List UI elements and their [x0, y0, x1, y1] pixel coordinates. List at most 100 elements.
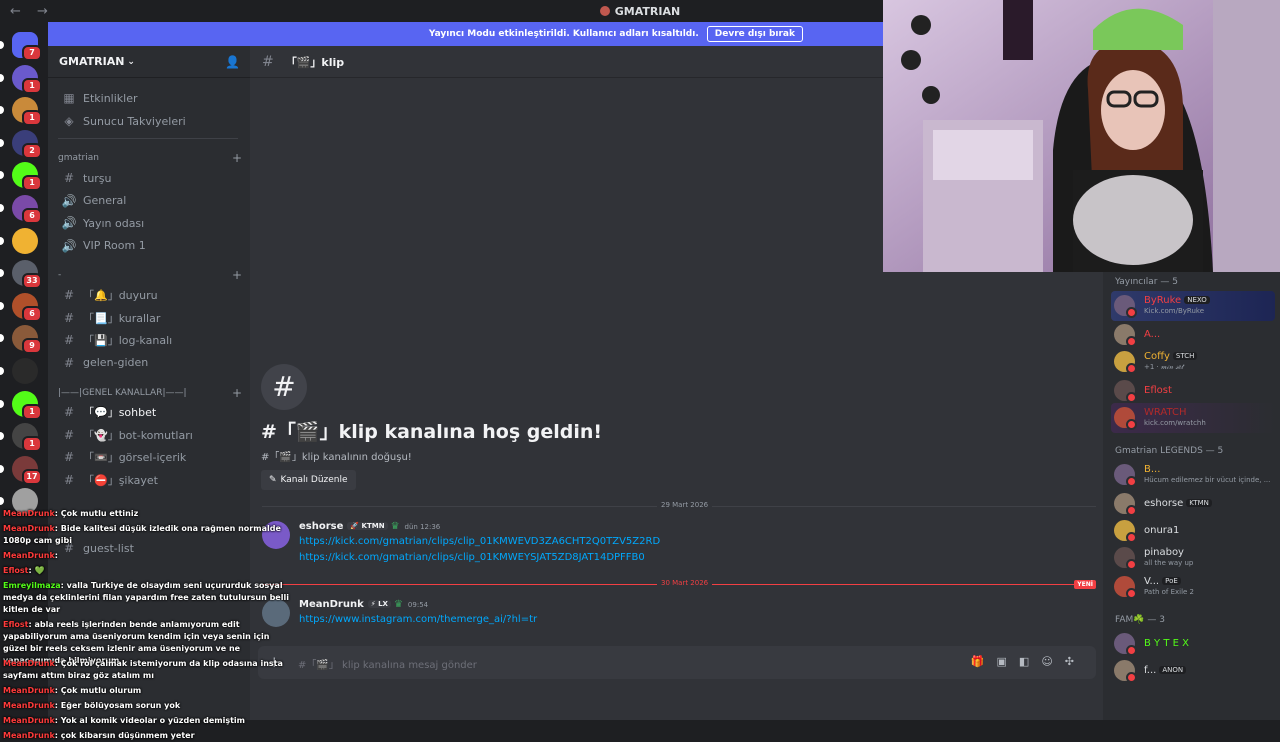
channel-category[interactable]: |——|GENEL KANALLAR|——| +	[58, 386, 242, 400]
channel-label: Sunucu Takviyeleri	[83, 114, 186, 128]
discord-logo-icon[interactable]: 7	[0, 32, 42, 61]
server-icon[interactable]: 1	[0, 423, 42, 453]
message-link[interactable]: https://kick.com/gmatrian/clips/clip_01K…	[299, 536, 660, 547]
channel-item[interactable]: # 「⛔」şikayet	[56, 470, 242, 490]
apps-icon[interactable]: ✣	[1065, 655, 1086, 668]
role-tag-label: KTMN	[361, 522, 385, 530]
emoji-icon[interactable]: ☺	[1041, 655, 1064, 668]
add-channel-icon[interactable]: +	[232, 386, 242, 400]
member-item[interactable]: B... Hücum edilemez bir vücut içinde, ...	[1111, 460, 1275, 490]
channel-item[interactable]: # 「📼」görsel-içerik	[56, 447, 242, 467]
webcam-overlay	[883, 0, 1280, 272]
channel-category[interactable]: - +	[58, 268, 242, 282]
avatar	[1114, 660, 1137, 683]
stream-chat-line: Eflost: 💚	[3, 565, 295, 577]
add-channel-icon[interactable]: +	[232, 151, 242, 165]
stream-chat-line: MeanDrunk: Yok al komik videolar o yüzde…	[3, 715, 295, 727]
member-name-row: pinaboy	[1144, 547, 1184, 558]
message-link[interactable]: https://kick.com/gmatrian/clips/clip_01K…	[299, 552, 645, 563]
channel-item[interactable]: ▦ Etkinlikler	[56, 88, 242, 108]
server-icon[interactable]: 17	[0, 455, 42, 485]
member-name-row: B Y T E X	[1144, 638, 1189, 649]
member-name: f...	[1144, 665, 1157, 676]
member-item[interactable]: pinaboy all the way up	[1111, 543, 1275, 573]
member-item[interactable]: f... ANON	[1111, 656, 1275, 684]
invite-people-icon[interactable]: 👤	[225, 55, 240, 69]
channel-item[interactable]: # 「🔔」duyuru	[56, 285, 242, 305]
kick-logo-icon[interactable]: 1	[0, 162, 42, 192]
server-header[interactable]: GMATRIAN ⌄ 👤	[48, 46, 250, 78]
server-icon[interactable]: 1	[0, 97, 42, 127]
role-tag: KTMN	[1186, 499, 1212, 507]
hash-icon: #	[63, 333, 75, 348]
message-author[interactable]: eshorse	[299, 521, 343, 532]
member-name: Coffy	[1144, 351, 1170, 362]
server-icon[interactable]: 6	[0, 292, 42, 322]
message-composer[interactable]: + #「🎬」 klip kanalına mesaj gönder 🎁▣◧☺✣	[258, 646, 1096, 679]
channel-item[interactable]: ◈ Sunucu Takviyeleri	[56, 111, 242, 131]
avatar	[1114, 351, 1137, 374]
unread-pill	[0, 464, 4, 473]
welcome-title: #「🎬」klip kanalına hoş geldin!	[261, 421, 603, 443]
status-icon	[1126, 363, 1137, 374]
kick-logo-icon[interactable]: 1	[0, 390, 42, 420]
disable-streamer-mode-button[interactable]: Devre dışı bırak	[706, 26, 803, 42]
member-item[interactable]: V... PoE Path of Exile 2	[1111, 572, 1275, 602]
sticker-icon[interactable]: ◧	[1019, 655, 1041, 668]
channel-item[interactable]: # 「💾」log-kanalı	[56, 330, 242, 350]
member-item[interactable]: eshorse KTMN	[1111, 489, 1275, 517]
mention-badge: 1	[22, 436, 42, 453]
calendar-icon: ▦	[63, 91, 75, 105]
channel-item[interactable]: # 「📃」kurallar	[56, 308, 242, 328]
member-group-title: FAM☘️ — 3	[1115, 615, 1165, 625]
server-icon[interactable]	[0, 358, 38, 384]
chat-text: : 💚	[28, 566, 45, 575]
role-tag: ⚡ LX	[367, 600, 391, 608]
server-icon[interactable]: 2	[0, 129, 42, 159]
channel-item[interactable]: 🔊 General	[56, 191, 242, 211]
unread-pill	[0, 138, 4, 147]
server-icon[interactable]: 33	[0, 260, 42, 290]
member-item[interactable]: onura1	[1111, 516, 1275, 544]
edit-channel-button[interactable]: ✎ Kanalı Düzenle	[261, 470, 356, 490]
member-item[interactable]: B Y T E X	[1111, 629, 1275, 657]
member-item[interactable]: Eflost	[1111, 376, 1275, 404]
member-item[interactable]: A...	[1111, 320, 1275, 348]
stream-chat-line: MeanDrunk: Bide kalitesi düşük izledik o…	[3, 523, 295, 547]
hash-icon: #	[63, 310, 75, 325]
message-link[interactable]: https://www.instagram.com/themerge_ai/?h…	[299, 614, 537, 625]
role-tag: STCH	[1172, 352, 1198, 360]
mention-badge: 33	[22, 273, 42, 290]
channel-item[interactable]: 🔊 VIP Room 1	[56, 236, 242, 256]
avatar	[1114, 633, 1137, 656]
member-name: V...	[1144, 576, 1160, 587]
message-author[interactable]: MeanDrunk	[299, 599, 364, 610]
channel-item[interactable]: # 「💬」sohbet	[56, 402, 242, 422]
new-messages-divider: 30 Mart 2026 YENİ	[262, 579, 1096, 589]
hash-icon: #	[63, 405, 75, 419]
channel-item[interactable]: # 「👻」bot-komutları	[56, 425, 242, 445]
member-item[interactable]: WRATCH kick.com/wratchh	[1111, 403, 1275, 433]
edit-channel-label: Kanalı Düzenle	[280, 475, 348, 485]
channel-item[interactable]: 🔊 Yayın odası	[56, 213, 242, 233]
avatar	[1114, 295, 1137, 318]
member-item[interactable]: ByRuke NEXO Kick.com/ByRuke	[1111, 291, 1275, 321]
stream-chat-line: MeanDrunk: çok kibarsın düşünmem yeter	[3, 730, 295, 742]
gift-icon[interactable]: 🎁	[971, 655, 997, 668]
server-icon[interactable]: 9	[0, 325, 42, 355]
stream-chat-line: Emreyilmaza: valla Turkiye de olsaydım s…	[3, 580, 295, 616]
member-item[interactable]: Coffy STCH +1 · 𝓂𝒾𝓃 𝓈𝑒𝓉	[1111, 347, 1275, 377]
server-icon[interactable]: 6	[0, 195, 42, 224]
chat-username: Emreyilmaza	[3, 581, 61, 590]
channel-item[interactable]: # turşu	[56, 168, 242, 188]
channel-item[interactable]: # gelen-giden	[56, 353, 242, 373]
member-name: A...	[1144, 329, 1161, 340]
channel-label: General	[83, 194, 127, 208]
add-channel-icon[interactable]: +	[232, 268, 242, 282]
channel-category[interactable]: gmatrian +	[58, 151, 242, 165]
gif-icon[interactable]: ▣	[997, 655, 1019, 668]
server-icon[interactable]	[0, 227, 38, 254]
unread-pill	[0, 73, 4, 82]
server-icon[interactable]: 1	[0, 64, 42, 94]
status-icon	[1126, 588, 1137, 599]
